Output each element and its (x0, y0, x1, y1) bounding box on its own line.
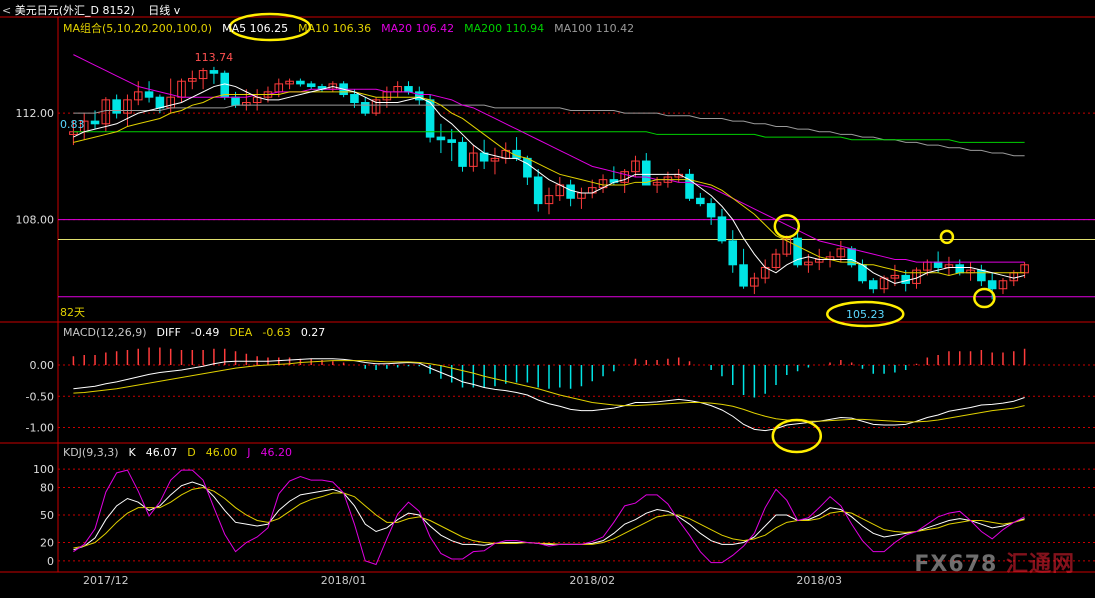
ma-leg-item: MA10 106.36 (298, 22, 372, 35)
macd-leg-item: DIFF (156, 326, 181, 339)
kdj-legend: KDJ(9,3,3) K 46.07 D 46.00 J 46.20 (63, 446, 302, 459)
candle-body (447, 139, 457, 143)
high-price-label: 113.74 (195, 51, 234, 64)
candle-body (231, 96, 240, 106)
days-label: 82天 (60, 306, 85, 319)
macd-leg-item: -0.49 (190, 326, 220, 339)
candle-body (306, 83, 316, 88)
candle-body (220, 72, 230, 98)
candle-body (566, 184, 575, 199)
candle-body (458, 141, 467, 167)
kdj-leg-item: K (128, 446, 136, 459)
candle-body (955, 264, 965, 274)
chevron-down-icon: v (173, 4, 181, 17)
title-bar: < 美元日元(外汇_D 8152) 日线 v (2, 2, 180, 18)
ma-leg-item: MA100 110.42 (554, 22, 635, 35)
ma-legend: MA组合(5,10,20,200,100,0) MA5 106.25 MA10 10… (63, 20, 644, 36)
period-selector[interactable]: 日线 v (148, 4, 180, 17)
chart-frame (0, 16, 1095, 573)
d-line (73, 486, 1025, 549)
x-tick-label: 2018/01 (321, 574, 367, 587)
x-tick-label: 2017/12 (83, 574, 129, 587)
candle-body (868, 280, 878, 290)
instrument-name: 美元日元(外汇_D 8152) (14, 4, 135, 17)
y-tick-label: 108.00 (16, 214, 55, 227)
j-line (73, 469, 1025, 566)
macd-leg-item: DEA (229, 326, 253, 339)
kdj-leg-item: 46.07 (145, 446, 178, 459)
candle-body (436, 136, 446, 141)
macd-leg-item: 0.27 (300, 326, 326, 339)
y-tick-label: 20 (40, 537, 54, 550)
candle-body (479, 152, 489, 162)
highlight-circle (773, 213, 801, 239)
candle-body (112, 99, 121, 114)
candle-body (533, 176, 543, 205)
y-tick-label: 0 (47, 555, 54, 568)
x-tick-label: 2018/03 (796, 574, 842, 587)
highlight-circle (973, 287, 996, 309)
y-tick-label: 100 (33, 463, 54, 476)
candle-body (144, 91, 154, 98)
candle-body (523, 157, 532, 178)
ma10-line (73, 91, 1025, 276)
back-icon[interactable]: < (2, 4, 11, 17)
macd-panel[interactable] (72, 347, 1026, 432)
candle-body (296, 80, 305, 85)
macd-leg-item: MACD(12,26,9) (63, 326, 147, 339)
kdj-leg-item: J (247, 446, 251, 459)
candle-body (901, 274, 910, 284)
kdj-leg-item: KDJ(9,3,3) (63, 446, 119, 459)
watermark: FX678 汇通网 (914, 546, 1075, 578)
left-value-label: 0.83 (60, 118, 85, 131)
candle-body (155, 96, 165, 109)
stock-chart[interactable]: 112.00 108.00 0.00 -0.50 -1.00 100 80 50 20 0 2017… (0, 0, 1095, 598)
candle-body (404, 86, 413, 93)
kdj-leg-item: 46.00 (205, 446, 238, 459)
kdj-panel[interactable] (73, 469, 1025, 566)
highlight-circle (771, 418, 823, 454)
period-label: 日线 (148, 4, 171, 17)
candle-body (933, 261, 943, 268)
y-tick-label: -1.00 (26, 422, 54, 435)
y-tick-label: -0.50 (26, 390, 54, 403)
highlight-circle (939, 229, 955, 245)
candle-body (360, 102, 370, 114)
candle-body (350, 94, 359, 104)
candle-body (739, 264, 748, 287)
candle-body (209, 70, 219, 74)
ma-leg-item: MA组合(5,10,20,200,100,0) (63, 22, 213, 35)
candle-body (977, 269, 986, 282)
kdj-leg-item: D (187, 446, 196, 459)
ma-leg-item: MA5 106.25 (222, 22, 289, 35)
ma5-line (73, 83, 1025, 284)
candle-body (728, 240, 738, 266)
macd-leg-item: -0.63 (262, 326, 291, 339)
kline-panel[interactable] (69, 54, 1029, 300)
y-tick-label: 50 (40, 509, 54, 522)
candle-body (717, 216, 727, 242)
macd-legend: MACD(12,26,9) DIFF -0.49 DEA -0.63 0.27 (63, 326, 335, 339)
watermark-suffix: 汇通网 (1005, 552, 1075, 577)
candle-body (706, 203, 716, 218)
kdj-leg-item: 46.20 (260, 446, 292, 459)
candle-body (987, 280, 997, 290)
ma200-line (73, 131, 1025, 143)
x-tick-label: 2018/02 (569, 574, 615, 587)
y-tick-label: 0.00 (30, 359, 55, 372)
y-tick-label: 112.00 (16, 107, 55, 120)
candle-body (696, 197, 705, 205)
ma-leg-item: MA20 106.42 (381, 22, 455, 35)
ma-leg-item: MA200 110.94 (464, 22, 545, 35)
candle-body (90, 120, 100, 125)
low-price-label: 105.23 (846, 308, 885, 321)
watermark-brand: FX678 (914, 552, 998, 577)
y-tick-label: 80 (40, 482, 54, 495)
